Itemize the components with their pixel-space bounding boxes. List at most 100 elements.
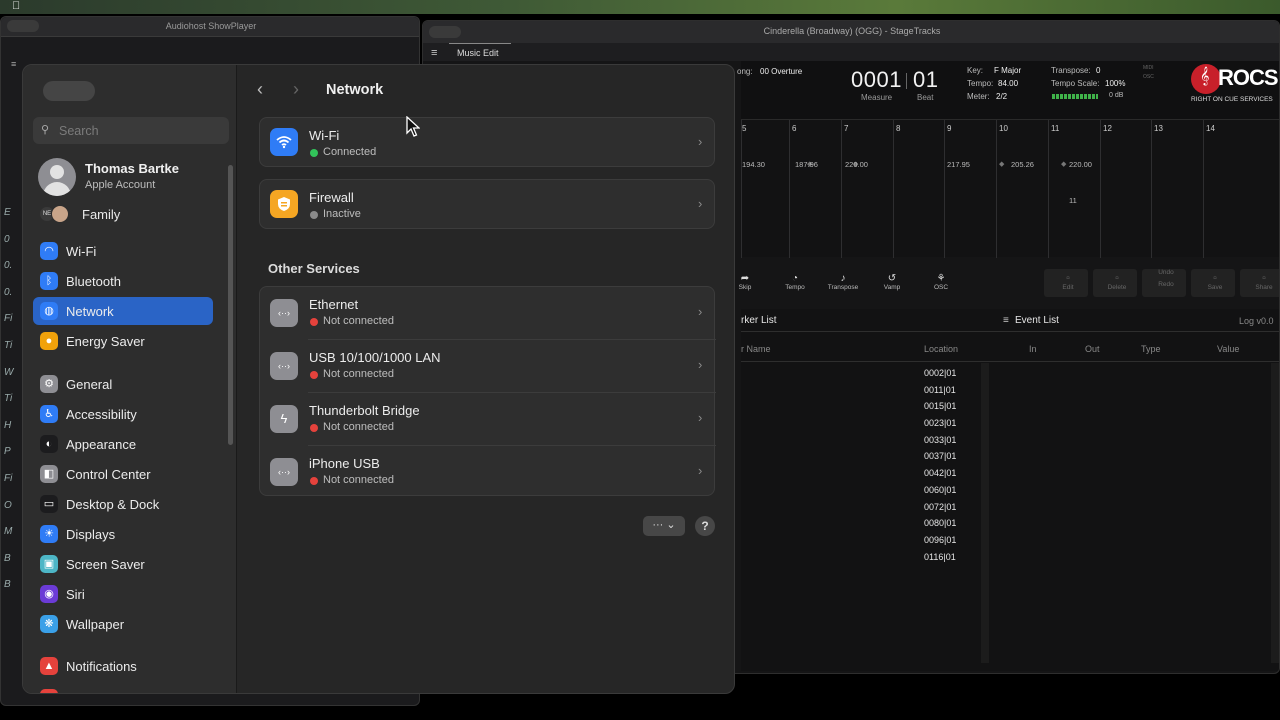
family-label[interactable]: Family: [82, 207, 120, 222]
more-actions-button[interactable]: ··· ⌄: [643, 516, 685, 536]
service-row-ethernet[interactable]: ‹··› Ethernet Not connected ›: [260, 287, 716, 340]
tempo-scale-label: Tempo Scale:: [1051, 79, 1100, 88]
transpose-button[interactable]: ♪ Transpose: [821, 273, 865, 291]
scrollbar[interactable]: [228, 165, 233, 445]
vamp-button[interactable]: ↺ Vamp: [870, 273, 914, 291]
tempo-marker[interactable]: 217.95: [947, 160, 970, 169]
apple-logo-icon[interactable]: : [12, 0, 20, 12]
firewall-status: Inactive: [323, 208, 361, 220]
list-icon: ≡: [1003, 315, 1009, 326]
status-dot: [310, 318, 318, 326]
sidebar-item-wi-fi[interactable]: ◠ Wi-Fi: [33, 237, 213, 265]
tempo-marker-icon: ◆: [999, 161, 1005, 168]
share-button[interactable]: ▫ Share: [1242, 273, 1279, 291]
settings-sidebar: ⚲ Search Thomas Bartke Apple Account NE …: [23, 65, 237, 693]
wifi-row[interactable]: Wi-Fi Connected ›: [259, 117, 715, 167]
service-row-thunderbolt-bridge[interactable]: ϟ Thunderbolt Bridge Not connected ›: [260, 393, 716, 446]
tab-music-edit[interactable]: Music Edit: [449, 43, 511, 61]
list-item[interactable]: Ti: [4, 333, 18, 360]
marker-row-location[interactable]: 0002|01: [924, 365, 956, 382]
tempo-marker[interactable]: 220.00: [1069, 160, 1092, 169]
sidebar-item-screen-saver[interactable]: ▣ Screen Saver: [33, 550, 213, 578]
scrollbar[interactable]: [981, 363, 989, 663]
list-item[interactable]: M: [4, 519, 18, 546]
forward-chevron-icon[interactable]: ›: [293, 79, 299, 100]
list-item[interactable]: B: [4, 572, 18, 599]
tempo-marker[interactable]: 220.00: [845, 160, 868, 169]
sidebar-item-wallpaper[interactable]: ❋ Wallpaper: [33, 610, 213, 638]
edit-toolbar: ➦ Skip ◔ Tempo ♪ Transpose ↺ Vamp ⚘ OSC ▫ Edit ▫ Dele…: [739, 267, 1279, 303]
bar-number: 12: [1103, 124, 1112, 133]
marker-row-location[interactable]: 0015|01: [924, 398, 956, 415]
hamburger-icon[interactable]: ≡: [431, 47, 437, 59]
column-name-header[interactable]: r Name: [741, 344, 771, 354]
sidebar-item-network[interactable]: ◍ Network: [33, 297, 213, 325]
tempo-marker[interactable]: 194.30: [742, 160, 765, 169]
marker-row-location[interactable]: 0116|01: [924, 549, 956, 566]
window-controls[interactable]: [43, 81, 95, 101]
tempo-button[interactable]: ◔ Tempo: [773, 273, 817, 291]
list-item[interactable]: B: [4, 546, 18, 573]
list-item[interactable]: O: [4, 493, 18, 520]
user-name[interactable]: Thomas Bartke: [85, 161, 179, 176]
marker-row-location[interactable]: 0072|01: [924, 499, 956, 516]
list-item[interactable]: 0.: [4, 280, 18, 307]
menu-icon[interactable]: ≡: [11, 59, 16, 69]
list-item[interactable]: Fi: [4, 466, 18, 493]
stagetracks-title: Cinderella (Broadway) (OGG) - StageTrack…: [763, 26, 941, 36]
marker-row-location[interactable]: 0011|01: [924, 382, 956, 399]
save-button[interactable]: ▫ Save: [1193, 273, 1237, 291]
marker-row-location[interactable]: 0023|01: [924, 415, 956, 432]
status-dot: [310, 424, 318, 432]
column-location-header[interactable]: Location: [924, 344, 958, 354]
back-chevron-icon[interactable]: ‹: [257, 79, 263, 100]
timeline[interactable]: ◆ ◆ ◆ ◆ 11 5 6 7 8 9 10 11 12 13 14 194.30 187.96 22…: [741, 119, 1279, 258]
sidebar-item-appearance[interactable]: ◐ Appearance: [33, 430, 213, 458]
list-item[interactable]: Ti: [4, 386, 18, 413]
avatar[interactable]: [38, 158, 76, 196]
list-item[interactable]: Fi: [4, 306, 18, 333]
column-type-header[interactable]: Type: [1141, 344, 1161, 354]
list-item[interactable]: H: [4, 413, 18, 440]
sidebar-item-desktop-dock[interactable]: ▭ Desktop & Dock: [33, 490, 213, 518]
list-item[interactable]: W: [4, 360, 18, 387]
sidebar-item-general[interactable]: ⚙ General: [33, 370, 213, 398]
marker-row-location[interactable]: 0037|01: [924, 448, 956, 465]
edit-icon: ▫: [1066, 273, 1070, 284]
column-out-header[interactable]: Out: [1085, 344, 1100, 354]
tempo-marker[interactable]: 205.26: [1011, 160, 1034, 169]
edit-button[interactable]: ▫ Edit: [1046, 273, 1090, 291]
column-value-header[interactable]: Value: [1217, 344, 1239, 354]
list-item[interactable]: 0.: [4, 253, 18, 280]
sidebar-item-notifications[interactable]: ▲ Notifications: [33, 652, 213, 680]
sidebar-item-displays[interactable]: ☀ Displays: [33, 520, 213, 548]
service-row-usb-10-100-1000-lan[interactable]: ‹··› USB 10/100/1000 LAN Not connected ›: [260, 340, 716, 393]
tempo-marker[interactable]: 187.96: [795, 160, 818, 169]
sidebar-item-siri[interactable]: ◉ Siri: [33, 580, 213, 608]
marker-row-location[interactable]: 0033|01: [924, 432, 956, 449]
firewall-row[interactable]: Firewall Inactive ›: [259, 179, 715, 229]
sidebar-item-bluetooth[interactable]: ᛒ Bluetooth: [33, 267, 213, 295]
list-item[interactable]: P: [4, 439, 18, 466]
help-button[interactable]: ?: [695, 516, 715, 536]
marker-list-panel: rker List r Name Location 0002|01 0011|01…: [741, 309, 999, 671]
marker-row-location[interactable]: 0080|01: [924, 515, 956, 532]
list-item[interactable]: 0: [4, 227, 18, 254]
lightbulb-icon: ●: [40, 332, 58, 350]
marker-row-location[interactable]: 0096|01: [924, 532, 956, 549]
redo-button[interactable]: Redo: [1144, 281, 1188, 288]
list-item[interactable]: E: [4, 200, 18, 227]
sidebar-item-accessibility[interactable]: ♿ Accessibility: [33, 400, 213, 428]
undo-button[interactable]: Undo: [1144, 269, 1188, 276]
osc-button[interactable]: ⚘ OSC: [919, 273, 963, 291]
scrollbar[interactable]: [1271, 363, 1279, 663]
service-row-iphone-usb[interactable]: ‹··› iPhone USB Not connected ›: [260, 446, 716, 498]
delete-button[interactable]: ▫ Delete: [1095, 273, 1139, 291]
marker-row-location[interactable]: 0042|01: [924, 465, 956, 482]
cue-marker[interactable]: 11: [1069, 196, 1077, 205]
column-in-header[interactable]: In: [1029, 344, 1037, 354]
sidebar-item-control-center[interactable]: ◧ Control Center: [33, 460, 213, 488]
marker-row-location[interactable]: 0060|01: [924, 482, 956, 499]
sidebar-item-energy-saver[interactable]: ● Energy Saver: [33, 327, 213, 355]
window-controls[interactable]: [7, 20, 39, 32]
